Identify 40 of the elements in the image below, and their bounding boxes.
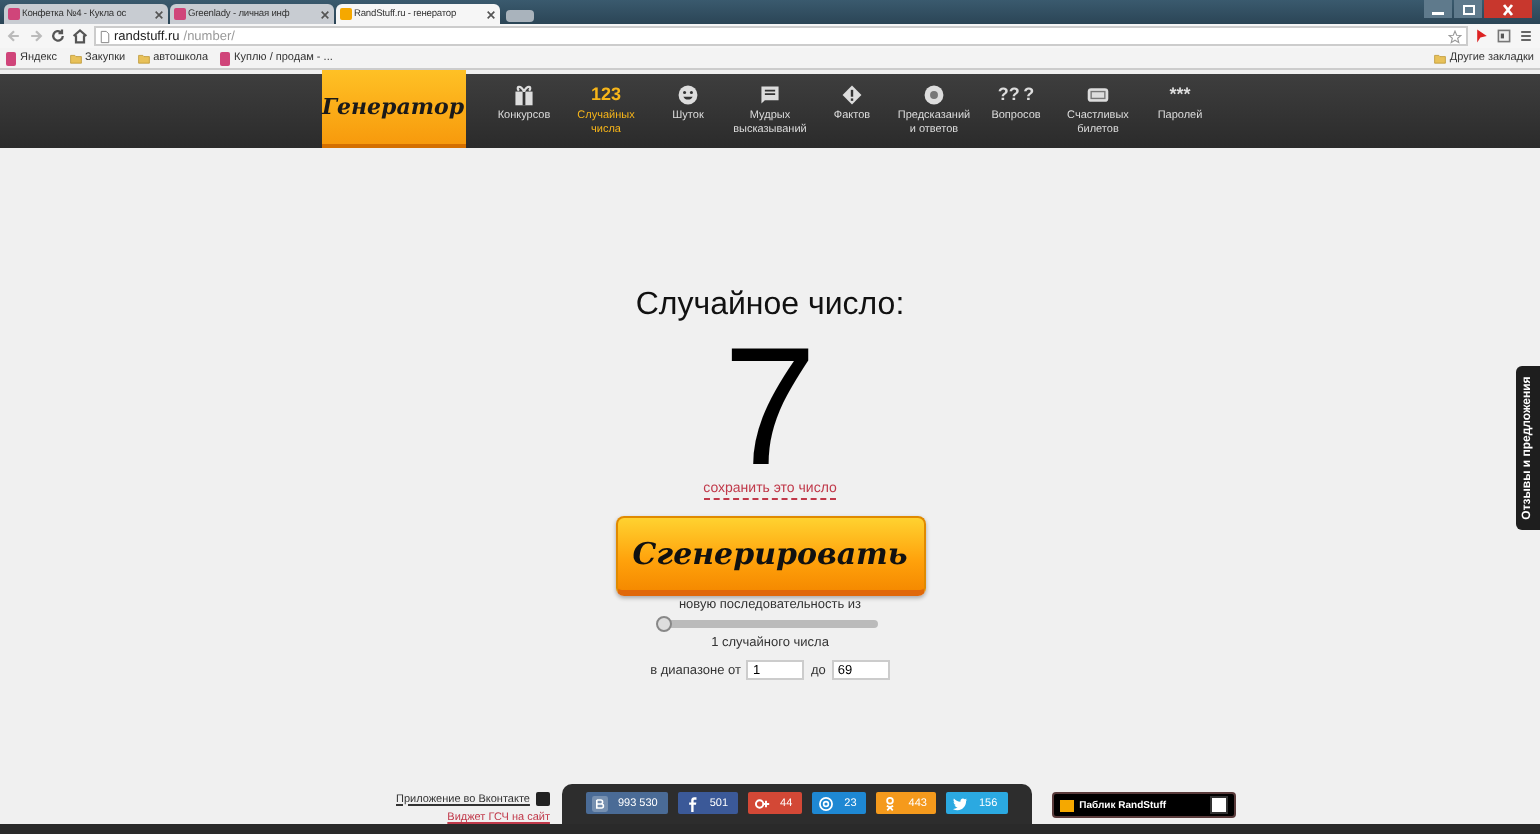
home-icon[interactable]: [72, 28, 88, 44]
slider-thumb[interactable]: [655, 616, 671, 632]
close-icon[interactable]: [320, 9, 330, 19]
warning-icon: [840, 84, 864, 106]
generate-button[interactable]: Сгенерировать: [615, 516, 925, 596]
facebook-logo-icon: [683, 795, 700, 811]
minimize-button[interactable]: [1424, 0, 1452, 18]
close-button[interactable]: [1484, 0, 1532, 18]
site-icon: [220, 51, 231, 65]
plus-logo-icon: [754, 795, 771, 811]
vk-logo-icon: [591, 795, 608, 811]
close-icon: [1498, 3, 1518, 15]
folder-icon: [69, 53, 81, 63]
menu-icon[interactable]: [1518, 28, 1534, 44]
folder-icon: [1433, 53, 1446, 63]
nav-icon: ?? ?: [997, 84, 1035, 106]
smiley-icon: [676, 84, 700, 106]
reload-icon[interactable]: [50, 28, 66, 44]
result-title: Случайное число:: [635, 286, 905, 326]
ticket-icon: [1086, 84, 1110, 106]
star-icon[interactable]: [1448, 29, 1462, 43]
gift-icon: [512, 84, 536, 106]
nav-icon: 123: [590, 84, 622, 106]
extension-icon[interactable]: [1474, 28, 1490, 44]
random-number: 7: [723, 336, 817, 476]
folder-icon: [137, 53, 150, 63]
bird-logo-icon: [952, 795, 969, 811]
close-icon[interactable]: [486, 9, 496, 19]
page-icon: [100, 29, 110, 43]
favicon-icon: [340, 8, 352, 20]
close-icon[interactable]: [154, 9, 164, 19]
nav-icon: ***: [1169, 84, 1191, 106]
favicon-icon: [174, 8, 186, 20]
person-logo-icon: [882, 795, 899, 811]
site-icon: [6, 51, 16, 65]
maximize-icon: [1458, 3, 1478, 15]
favicon-icon: [8, 8, 20, 20]
maximize-button[interactable]: [1454, 0, 1482, 18]
extension-icon[interactable]: [1496, 28, 1512, 44]
new-tab-button[interactable]: [506, 10, 534, 22]
